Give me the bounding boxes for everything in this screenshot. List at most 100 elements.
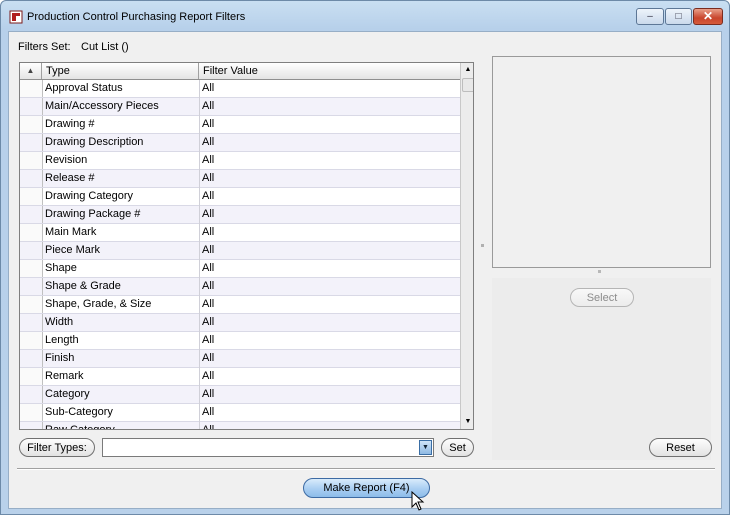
cell-type: Drawing Description: [45, 136, 144, 148]
row-header-cell[interactable]: [20, 422, 43, 429]
row-header-cell[interactable]: [20, 296, 43, 313]
cell-filter-value: All: [202, 154, 215, 166]
cell-filter-value: All: [202, 370, 215, 382]
maximize-icon: □: [675, 11, 682, 22]
cell-filter-value: All: [202, 406, 215, 418]
row-header-cell[interactable]: [20, 332, 43, 349]
cell-type: Sub-Category: [45, 406, 113, 418]
row-header-cell[interactable]: [20, 314, 43, 331]
table-row[interactable]: Drawing # All: [20, 116, 460, 134]
scroll-up-icon[interactable]: ▲: [461, 63, 473, 77]
row-header-cell[interactable]: [20, 242, 43, 259]
cell-type: Shape, Grade, & Size: [45, 298, 152, 310]
row-header-cell[interactable]: [20, 404, 43, 421]
cell-filter-value: All: [202, 172, 215, 184]
row-header-cell[interactable]: [20, 98, 43, 115]
column-header-filter-value[interactable]: Filter Value: [199, 63, 460, 79]
filters-set-label: Filters Set:: [18, 41, 71, 53]
cell-type: Shape: [45, 262, 77, 274]
cell-filter-value: All: [202, 190, 215, 202]
table-row[interactable]: Drawing Description All: [20, 134, 460, 152]
cell-type: Release #: [45, 172, 95, 184]
cell-type: Category: [45, 388, 90, 400]
table-row[interactable]: Drawing Package # All: [20, 206, 460, 224]
table-row[interactable]: Main Mark All: [20, 224, 460, 242]
mouse-pointer-icon: [411, 491, 425, 511]
cell-type: Width: [45, 316, 74, 328]
row-header-cell[interactable]: [20, 386, 43, 403]
row-header-cell[interactable]: [20, 134, 43, 151]
report-filters-window: Production Control Purchasing Report Fil…: [0, 0, 730, 515]
cell-filter-value: All: [202, 280, 215, 292]
maximize-button[interactable]: □: [665, 8, 692, 25]
right-panel: [490, 42, 714, 460]
cell-type: Main/Accessory Pieces: [45, 100, 159, 112]
close-button[interactable]: ✕: [693, 8, 723, 25]
filter-value-combobox[interactable]: ▼: [102, 438, 434, 457]
filter-types-button[interactable]: Filter Types:: [19, 438, 95, 457]
table-row[interactable]: Piece Mark All: [20, 242, 460, 260]
table-row[interactable]: Sub-Category All: [20, 404, 460, 422]
table-row[interactable]: Drawing Category All: [20, 188, 460, 206]
table-row[interactable]: Release # All: [20, 170, 460, 188]
minimize-icon: –: [647, 11, 653, 22]
preview-area: [492, 56, 711, 268]
cell-filter-value: All: [202, 424, 215, 430]
horizontal-splitter-handle[interactable]: [598, 270, 601, 273]
row-header-cell[interactable]: [20, 224, 43, 241]
table-row[interactable]: Category All: [20, 386, 460, 404]
set-button[interactable]: Set: [441, 438, 474, 457]
row-header-cell[interactable]: [20, 260, 43, 277]
table-row[interactable]: Main/Accessory Pieces All: [20, 98, 460, 116]
column-divider: [199, 80, 200, 429]
cell-type: Drawing Category: [45, 190, 134, 202]
table-row[interactable]: Length All: [20, 332, 460, 350]
cell-type: Remark: [45, 370, 84, 382]
app-icon: [9, 10, 23, 24]
table-body: Approval Status All Main/Accessory Pieces A…: [20, 80, 460, 430]
row-header-cell[interactable]: [20, 278, 43, 295]
cell-filter-value: All: [202, 118, 215, 130]
chevron-down-icon[interactable]: ▼: [419, 440, 432, 455]
table-row[interactable]: Width All: [20, 314, 460, 332]
scroll-thumb[interactable]: [462, 78, 473, 92]
divider-highlight: [17, 469, 715, 470]
table-row[interactable]: Raw Category All: [20, 422, 460, 430]
cell-type: Revision: [45, 154, 88, 166]
sort-indicator-icon[interactable]: ▲: [20, 63, 42, 79]
cell-type: Piece Mark: [45, 244, 101, 256]
row-header-cell[interactable]: [20, 350, 43, 367]
reset-button[interactable]: Reset: [649, 438, 712, 457]
row-header-cell[interactable]: [20, 152, 43, 169]
cell-type: Drawing #: [45, 118, 95, 130]
table-row[interactable]: Approval Status All: [20, 80, 460, 98]
table-row[interactable]: Shape, Grade, & Size All: [20, 296, 460, 314]
cell-type: Main Mark: [45, 226, 97, 238]
row-header-cell[interactable]: [20, 206, 43, 223]
title-bar[interactable]: Production Control Purchasing Report Fil…: [1, 1, 729, 31]
filters-set-value: Cut List (): [81, 41, 129, 53]
cell-filter-value: All: [202, 298, 215, 310]
cell-type: Drawing Package #: [45, 208, 141, 220]
scroll-down-icon[interactable]: ▼: [461, 415, 473, 429]
cell-type: Length: [45, 334, 79, 346]
table-row[interactable]: Shape All: [20, 260, 460, 278]
vertical-splitter-handle[interactable]: [481, 244, 484, 247]
row-header-cell[interactable]: [20, 80, 43, 97]
table-row[interactable]: Shape & Grade All: [20, 278, 460, 296]
table-row[interactable]: Remark All: [20, 368, 460, 386]
cell-type: Finish: [45, 352, 75, 364]
cell-filter-value: All: [202, 244, 215, 256]
cell-type: Approval Status: [45, 82, 123, 94]
row-header-cell[interactable]: [20, 188, 43, 205]
row-header-cell[interactable]: [20, 368, 43, 385]
column-header-type[interactable]: Type: [42, 63, 199, 79]
minimize-button[interactable]: –: [636, 8, 664, 25]
row-header-cell[interactable]: [20, 116, 43, 133]
table-vertical-scrollbar[interactable]: ▲ ▼: [460, 63, 473, 429]
row-header-cell[interactable]: [20, 170, 43, 187]
table-row[interactable]: Revision All: [20, 152, 460, 170]
select-button[interactable]: Select: [570, 288, 634, 307]
dialog-body: Filters Set: Cut List () ▲ Type Filter V…: [8, 31, 722, 511]
table-row[interactable]: Finish All: [20, 350, 460, 368]
